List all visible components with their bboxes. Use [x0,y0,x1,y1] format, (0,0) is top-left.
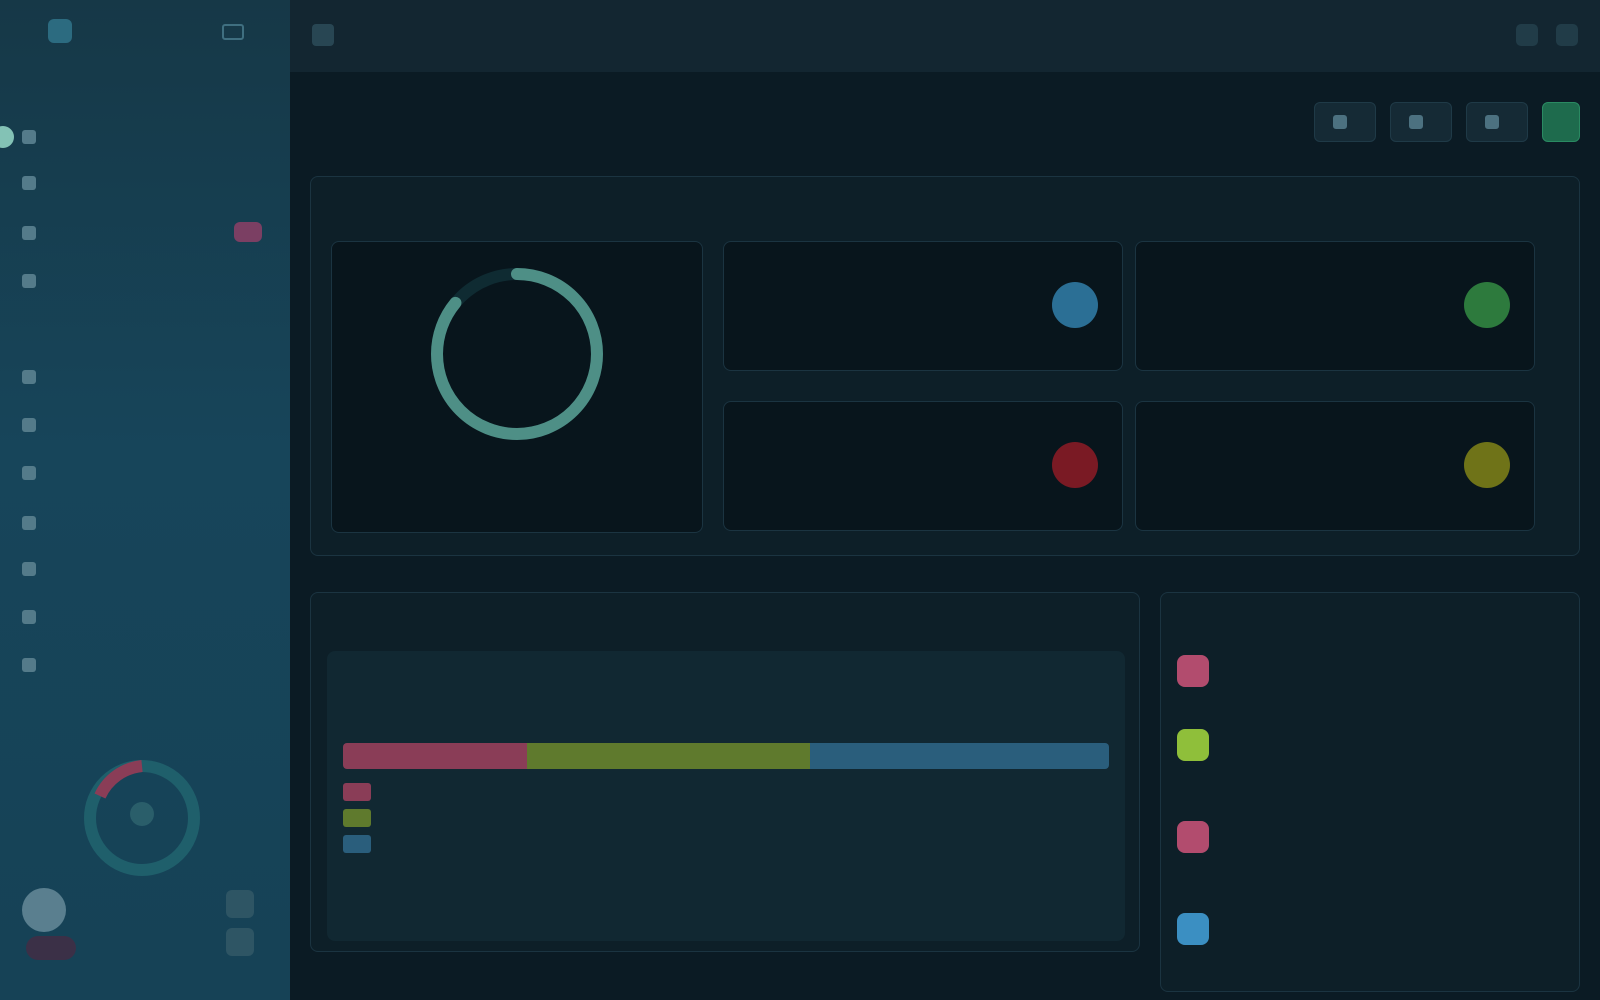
user-profile[interactable] [22,888,76,932]
sidebar-item-dashboard[interactable] [0,120,290,154]
sidebar-item[interactable] [22,552,46,586]
event-item[interactable] [1177,649,1565,719]
action-button[interactable] [1314,102,1376,142]
donut-panel [331,241,703,533]
event-icon [1177,729,1209,761]
event-icon [1177,821,1209,853]
topbar-icons [1516,24,1578,46]
usage-ring [84,760,200,876]
nav-icon [22,658,36,672]
action-icon [1333,115,1347,129]
legend-row [343,831,1109,857]
collapse-sidebar-icon[interactable] [222,24,244,40]
nav-icon [22,274,36,288]
donut-chart [431,268,603,440]
nav-icon [22,610,36,624]
legend-row [343,779,1109,805]
stat-tiles [723,241,1563,531]
main-content [290,0,1600,1000]
event-icon [1177,913,1209,945]
avatar [22,888,66,932]
nav-icon [22,370,36,384]
sidebar-item[interactable] [22,264,46,298]
top-bar [290,0,1600,72]
sidebar-item[interactable] [22,408,46,442]
nav-icon [22,176,36,190]
services-legend [343,779,1109,857]
stacked-bar-segment [526,743,811,769]
event-item[interactable] [1177,723,1565,793]
action-icon [1409,115,1423,129]
stat-icon [1464,282,1510,328]
legend-row [343,805,1109,831]
stat-tile[interactable] [723,401,1123,531]
sidebar-item[interactable] [22,456,46,490]
sidebar-item[interactable] [22,216,46,250]
nav-icon [22,516,36,530]
stat-icon [1464,442,1510,488]
donut-center [332,342,702,348]
page-header [310,96,1580,148]
legend-swatch [343,809,371,827]
event-item[interactable] [1177,815,1565,885]
dashboard-icon [22,130,36,144]
primary-action-button[interactable] [1542,102,1580,142]
sidebar-item[interactable] [22,648,46,682]
sidebar-item[interactable] [22,506,46,540]
services-panel [327,651,1125,941]
nav-icon [22,466,36,480]
services-stacked-bar [343,743,1109,769]
summary-card [310,176,1580,556]
notification-badge [234,222,262,242]
services-card [310,592,1140,952]
stacked-bar-segment [810,743,1109,769]
stat-icon [1052,442,1098,488]
event-item[interactable] [1177,907,1565,977]
stat-tile[interactable] [1135,401,1535,531]
legend-swatch [343,835,371,853]
back-icon[interactable] [312,24,334,46]
app-root [0,0,1600,1000]
notifications-icon[interactable] [1516,24,1538,46]
logout-icon[interactable] [226,890,254,918]
events-card [1160,592,1580,992]
logo-icon [48,19,72,43]
stat-tile[interactable] [1135,241,1535,371]
status-indicator [26,936,76,960]
sidebar-item[interactable] [22,600,46,634]
action-button[interactable] [1390,102,1452,142]
action-icon [1485,115,1499,129]
page-actions [1314,102,1580,142]
help-icon[interactable] [226,928,254,956]
sidebar-item[interactable] [22,360,46,394]
nav-icon [22,418,36,432]
nav-icon [22,226,36,240]
sidebar-item[interactable] [22,166,46,200]
legend-swatch [343,783,371,801]
event-icon [1177,655,1209,687]
stat-icon [1052,282,1098,328]
brand[interactable] [48,16,168,46]
stacked-bar-segment [343,743,527,769]
action-button[interactable] [1466,102,1528,142]
stat-tile[interactable] [723,241,1123,371]
active-indicator [0,126,14,148]
nav-icon [22,562,36,576]
settings-icon[interactable] [1556,24,1578,46]
sidebar [0,0,290,1000]
